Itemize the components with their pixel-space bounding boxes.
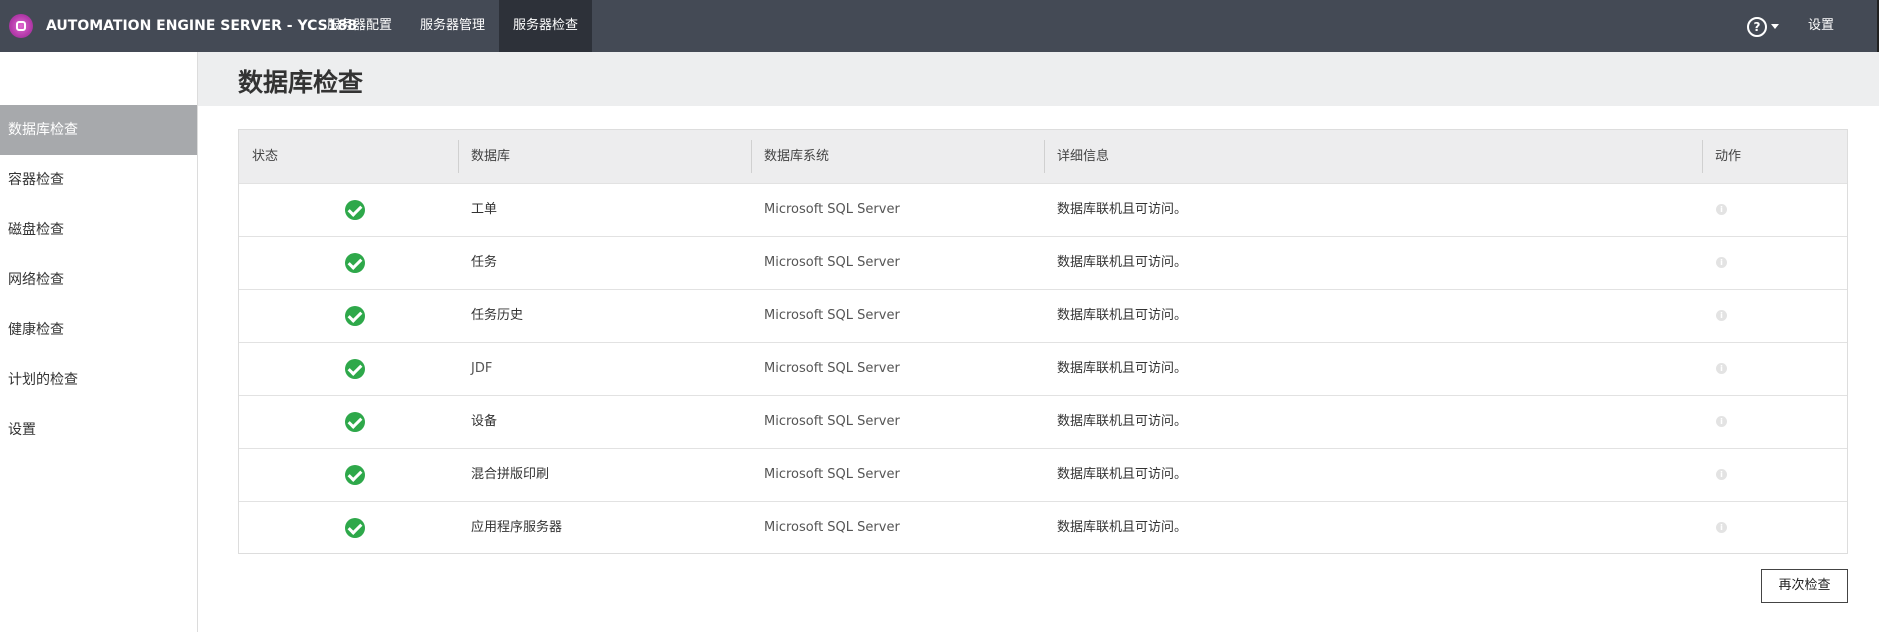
database-name: 应用程序服务器	[471, 520, 563, 535]
table-header: 状态 数据库 数据库系统 详细信息 动作	[239, 130, 1847, 183]
help-icon[interactable]: ?	[1747, 17, 1767, 37]
status-ok-icon	[345, 359, 365, 379]
database-details: 数据库联机且可访问。	[1057, 202, 1188, 217]
database-name: 工单	[471, 202, 498, 217]
table-row: 设备 Microsoft SQL Server 数据库联机且可访问。 i	[239, 395, 1847, 448]
database-details: 数据库联机且可访问。	[1057, 467, 1188, 482]
sidebar-item-database-check[interactable]: 数据库检查	[0, 105, 197, 155]
table-row: 混合拼版印刷 Microsoft SQL Server 数据库联机且可访问。 i	[239, 448, 1847, 501]
sidebar-item-scheduled-check[interactable]: 计划的检查	[0, 355, 197, 405]
database-system: Microsoft SQL Server	[764, 308, 900, 323]
table-row: 任务 Microsoft SQL Server 数据库联机且可访问。 i	[239, 236, 1847, 289]
status-ok-icon	[345, 412, 365, 432]
sidebar-item-health-check[interactable]: 健康检查	[0, 305, 197, 355]
database-table: 状态 数据库 数据库系统 详细信息 动作 工单 Microsoft SQL Se…	[238, 129, 1848, 554]
database-details: 数据库联机且可访问。	[1057, 361, 1188, 376]
app-logo-icon	[9, 14, 33, 38]
main-nav: 服务器配置 服务器管理 服务器检查	[313, 0, 593, 52]
column-header-action: 动作	[1702, 130, 1847, 183]
sidebar-item-network-check[interactable]: 网络检查	[0, 255, 197, 305]
sidebar-item-disk-check[interactable]: 磁盘检查	[0, 205, 197, 255]
status-ok-icon	[345, 518, 365, 538]
top-bar: AUTOMATION ENGINE SERVER - YCS188 服务器配置 …	[0, 0, 1879, 52]
database-name: 任务	[471, 255, 498, 270]
tab-server-check[interactable]: 服务器检查	[499, 0, 593, 52]
recheck-button[interactable]: 再次检查	[1761, 569, 1848, 603]
chevron-down-icon[interactable]	[1771, 24, 1779, 29]
page-title: 数据库检查	[238, 68, 364, 97]
column-header-database[interactable]: 数据库	[458, 130, 751, 183]
info-icon[interactable]: i	[1716, 469, 1727, 480]
page-header: 数据库检查	[198, 52, 1879, 106]
tab-server-config[interactable]: 服务器配置	[313, 0, 406, 52]
status-ok-icon	[345, 253, 365, 273]
database-system: Microsoft SQL Server	[764, 202, 900, 217]
database-system: Microsoft SQL Server	[764, 361, 900, 376]
column-header-db-system[interactable]: 数据库系统	[751, 130, 1044, 183]
status-ok-icon	[345, 306, 365, 326]
database-system: Microsoft SQL Server	[764, 520, 900, 535]
column-header-details[interactable]: 详细信息	[1044, 130, 1702, 183]
database-system: Microsoft SQL Server	[764, 255, 900, 270]
table-row: JDF Microsoft SQL Server 数据库联机且可访问。 i	[239, 342, 1847, 395]
database-details: 数据库联机且可访问。	[1057, 308, 1188, 323]
database-name: 混合拼版印刷	[471, 467, 550, 482]
status-ok-icon	[345, 200, 365, 220]
info-icon[interactable]: i	[1716, 416, 1727, 427]
sidebar-item-container-check[interactable]: 容器检查	[0, 155, 197, 205]
sidebar-item-settings[interactable]: 设置	[0, 405, 197, 455]
database-details: 数据库联机且可访问。	[1057, 414, 1188, 429]
database-details: 数据库联机且可访问。	[1057, 520, 1188, 535]
database-name: 设备	[471, 414, 498, 429]
status-ok-icon	[345, 465, 365, 485]
info-icon[interactable]: i	[1716, 204, 1727, 215]
settings-link[interactable]: 设置	[1808, 0, 1834, 52]
table-row: 任务历史 Microsoft SQL Server 数据库联机且可访问。 i	[239, 289, 1847, 342]
table-row: 工单 Microsoft SQL Server 数据库联机且可访问。 i	[239, 183, 1847, 236]
database-name: JDF	[471, 361, 493, 376]
tab-server-management[interactable]: 服务器管理	[406, 0, 499, 52]
database-details: 数据库联机且可访问。	[1057, 255, 1188, 270]
database-system: Microsoft SQL Server	[764, 467, 900, 482]
info-icon[interactable]: i	[1716, 257, 1727, 268]
column-header-status[interactable]: 状态	[239, 130, 458, 183]
info-icon[interactable]: i	[1716, 363, 1727, 374]
database-name: 任务历史	[471, 308, 524, 323]
info-icon[interactable]: i	[1716, 310, 1727, 321]
table-row: 应用程序服务器 Microsoft SQL Server 数据库联机且可访问。 …	[239, 501, 1847, 554]
info-icon[interactable]: i	[1716, 522, 1727, 533]
database-system: Microsoft SQL Server	[764, 414, 900, 429]
sidebar: 数据库检查 容器检查 磁盘检查 网络检查 健康检查 计划的检查 设置	[0, 52, 198, 632]
app-title: AUTOMATION ENGINE SERVER - YCS188	[46, 18, 357, 34]
